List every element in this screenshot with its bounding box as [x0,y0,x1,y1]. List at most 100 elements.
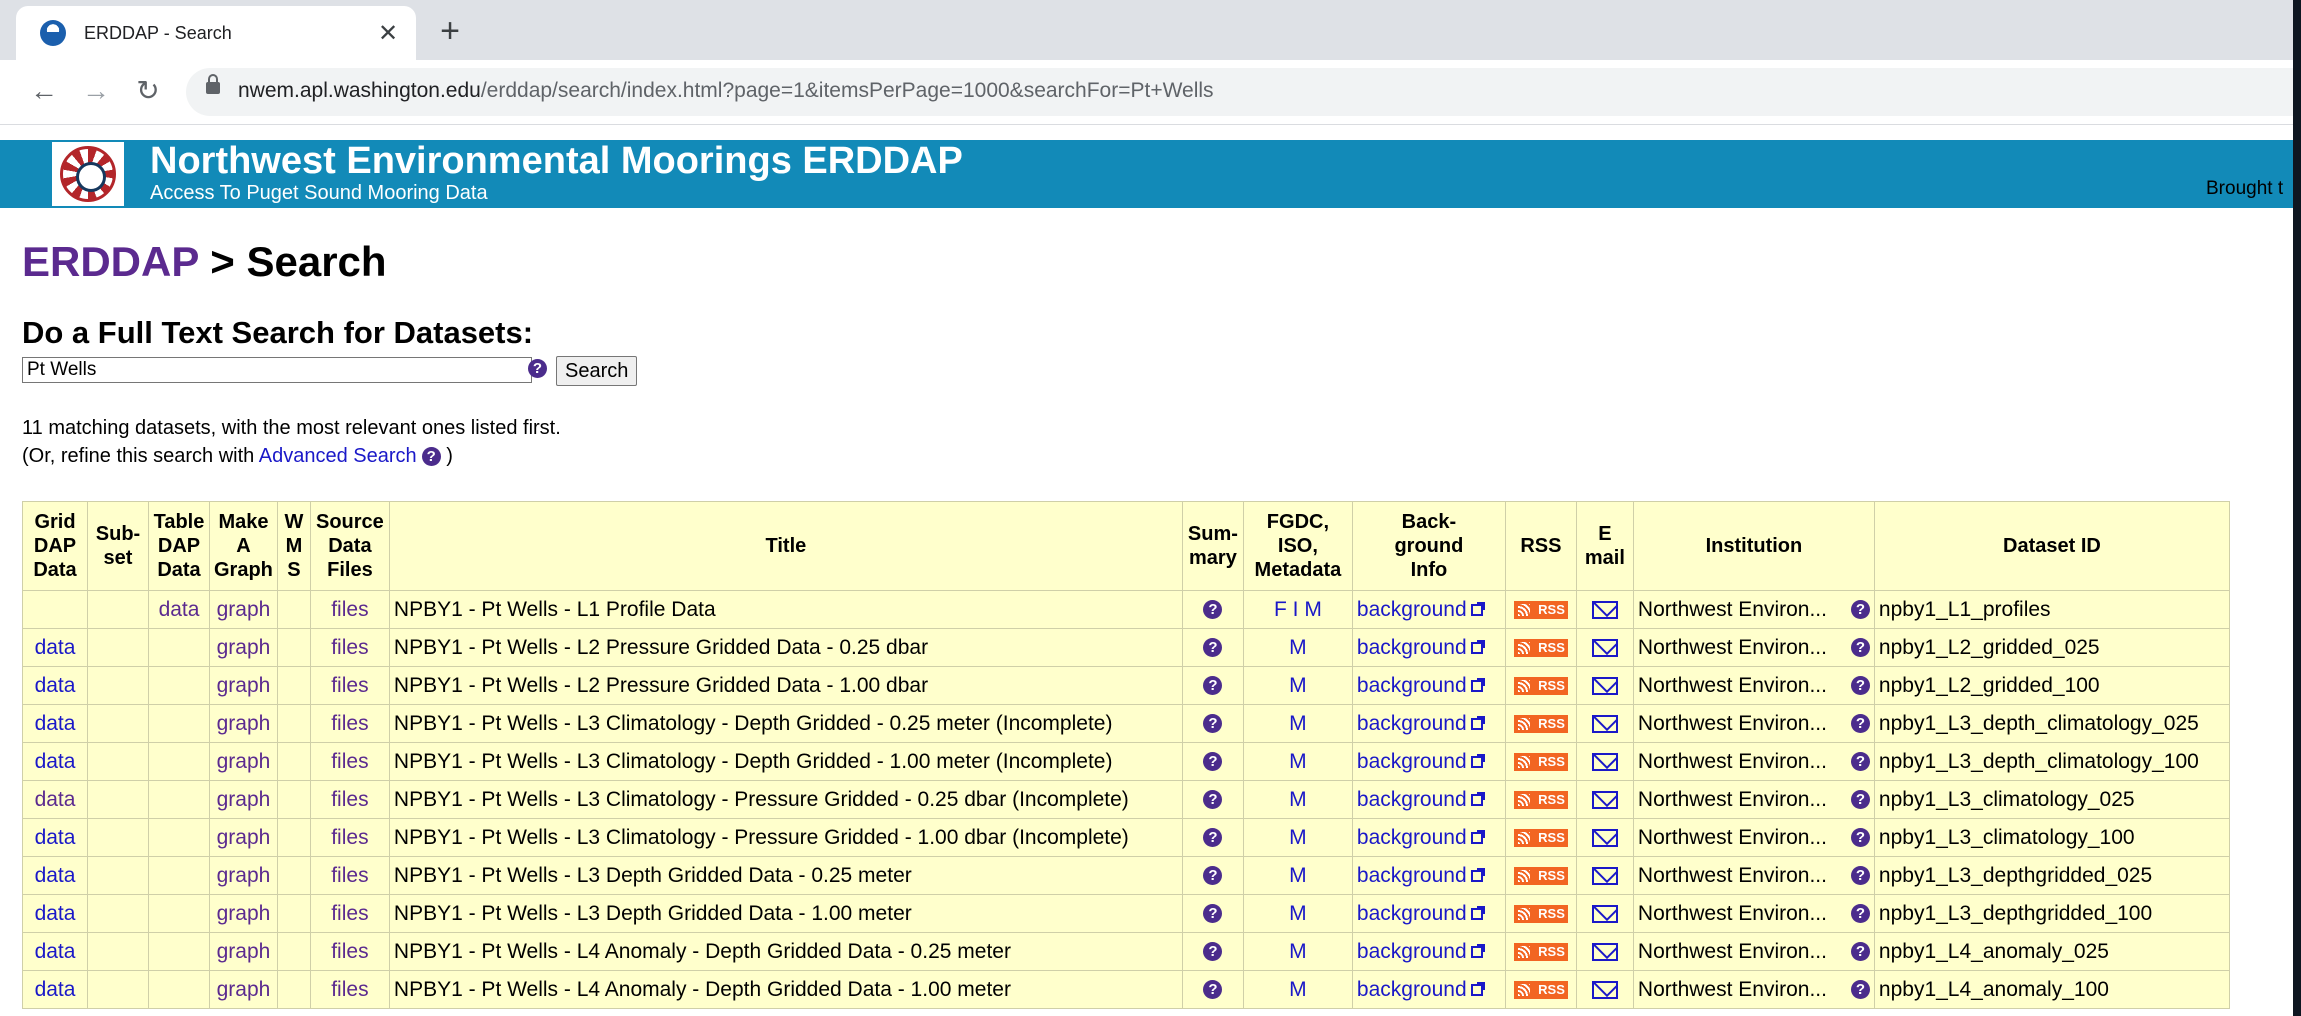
question-circle-icon[interactable]: ? [1203,638,1223,658]
metadata-links[interactable]: M [1289,788,1307,811]
background-info-link[interactable]: background [1357,978,1467,1001]
address-bar[interactable]: nwem.apl.washington.edu/erddap/search/in… [186,68,2293,116]
source-files-link[interactable]: files [331,940,368,963]
make-graph-link[interactable]: graph [217,788,271,811]
background-info-link[interactable]: background [1357,636,1467,659]
background-info-link[interactable]: background [1357,788,1467,811]
make-graph-link[interactable]: graph [217,864,271,887]
question-circle-icon[interactable]: ? [1850,790,1870,809]
make-graph-link[interactable]: graph [217,636,271,659]
question-circle-icon[interactable]: ? [1850,752,1870,771]
source-files-link[interactable]: files [331,864,368,887]
metadata-links[interactable]: M [1289,674,1307,697]
question-circle-icon[interactable]: ? [1203,942,1223,962]
envelope-icon[interactable] [1591,904,1618,923]
griddap-data-link[interactable]: data [35,712,76,735]
browser-tab[interactable]: ERDDAP - Search ✕ [16,6,416,60]
background-info-link[interactable]: background [1357,750,1467,773]
new-tab-button[interactable]: + [428,10,472,54]
envelope-icon[interactable] [1591,752,1618,771]
question-circle-icon[interactable]: ? [1850,676,1870,695]
reload-icon[interactable]: ↻ [130,74,166,110]
envelope-icon[interactable] [1591,942,1618,961]
background-info-link[interactable]: background [1357,598,1467,621]
griddap-data-link[interactable]: data [35,750,76,773]
source-files-link[interactable]: files [331,636,368,659]
tabledap-data-link[interactable]: data [159,598,200,621]
source-files-link[interactable]: files [331,902,368,925]
metadata-links[interactable]: M [1289,864,1307,887]
question-circle-icon[interactable]: ? [1203,752,1223,772]
question-circle-icon[interactable]: ? [1850,638,1870,657]
metadata-links[interactable]: M [1289,940,1307,963]
back-arrow-icon[interactable]: ← [26,74,62,110]
question-circle-icon[interactable]: ? [1850,600,1870,619]
envelope-icon[interactable] [1591,638,1618,657]
source-files-link[interactable]: files [331,598,368,621]
rss-feed-icon[interactable]: RSS [1513,866,1568,885]
griddap-data-link[interactable]: data [35,940,76,963]
make-graph-link[interactable]: graph [217,940,271,963]
griddap-data-link[interactable]: data [35,636,76,659]
rss-feed-icon[interactable]: RSS [1513,714,1568,733]
metadata-links[interactable]: M [1289,978,1307,1001]
source-files-link[interactable]: files [331,674,368,697]
make-graph-link[interactable]: graph [217,712,271,735]
question-circle-icon[interactable]: ? [421,447,441,467]
background-info-link[interactable]: background [1357,674,1467,697]
rss-feed-icon[interactable]: RSS [1513,752,1568,771]
metadata-links[interactable]: M [1289,636,1307,659]
rss-feed-icon[interactable]: RSS [1513,790,1568,809]
rss-feed-icon[interactable]: RSS [1513,942,1568,961]
question-circle-icon[interactable]: ? [1203,600,1223,620]
question-circle-icon[interactable]: ? [1850,904,1870,923]
question-circle-icon[interactable]: ? [1203,866,1223,886]
griddap-data-link[interactable]: data [35,826,76,849]
question-circle-icon[interactable]: ? [1203,828,1223,848]
source-files-link[interactable]: files [331,712,368,735]
make-graph-link[interactable]: graph [217,750,271,773]
url-text[interactable]: nwem.apl.washington.edu/erddap/search/in… [238,79,1214,103]
question-circle-icon[interactable]: ? [1850,980,1870,999]
question-circle-icon[interactable]: ? [1203,714,1223,734]
make-graph-link[interactable]: graph [217,598,271,621]
rss-feed-icon[interactable]: RSS [1513,980,1568,999]
metadata-links[interactable]: M [1289,826,1307,849]
make-graph-link[interactable]: graph [217,826,271,849]
griddap-data-link[interactable]: data [35,902,76,925]
question-circle-icon[interactable]: ? [1850,828,1870,847]
rss-feed-icon[interactable]: RSS [1513,904,1568,923]
background-info-link[interactable]: background [1357,940,1467,963]
envelope-icon[interactable] [1591,790,1618,809]
metadata-links[interactable]: M [1289,712,1307,735]
background-info-link[interactable]: background [1357,712,1467,735]
rss-feed-icon[interactable]: RSS [1513,676,1568,695]
background-info-link[interactable]: background [1357,902,1467,925]
question-circle-icon[interactable]: ? [1203,904,1223,924]
search-button[interactable]: Search [556,356,638,386]
question-circle-icon[interactable]: ? [1850,942,1870,961]
envelope-icon[interactable] [1591,828,1618,847]
envelope-icon[interactable] [1591,600,1618,619]
griddap-data-link[interactable]: data [35,978,76,1001]
question-circle-icon[interactable]: ? [1203,980,1223,1000]
breadcrumb-erddap-link[interactable]: ERDDAP [22,238,199,285]
envelope-icon[interactable] [1591,676,1618,695]
metadata-links[interactable]: F I M [1274,598,1322,621]
metadata-links[interactable]: M [1289,750,1307,773]
question-circle-icon[interactable]: ? [1203,790,1223,810]
close-tab-icon[interactable]: ✕ [370,19,406,48]
question-circle-icon[interactable]: ? [528,359,547,378]
background-info-link[interactable]: background [1357,826,1467,849]
search-input[interactable] [22,357,532,383]
make-graph-link[interactable]: graph [217,674,271,697]
make-graph-link[interactable]: graph [217,978,271,1001]
envelope-icon[interactable] [1591,714,1618,733]
question-circle-icon[interactable]: ? [1850,866,1870,885]
source-files-link[interactable]: files [331,788,368,811]
envelope-icon[interactable] [1591,866,1618,885]
advanced-search-link[interactable]: Advanced Search [259,445,417,467]
griddap-data-link[interactable]: data [35,864,76,887]
source-files-link[interactable]: files [331,826,368,849]
source-files-link[interactable]: files [331,978,368,1001]
